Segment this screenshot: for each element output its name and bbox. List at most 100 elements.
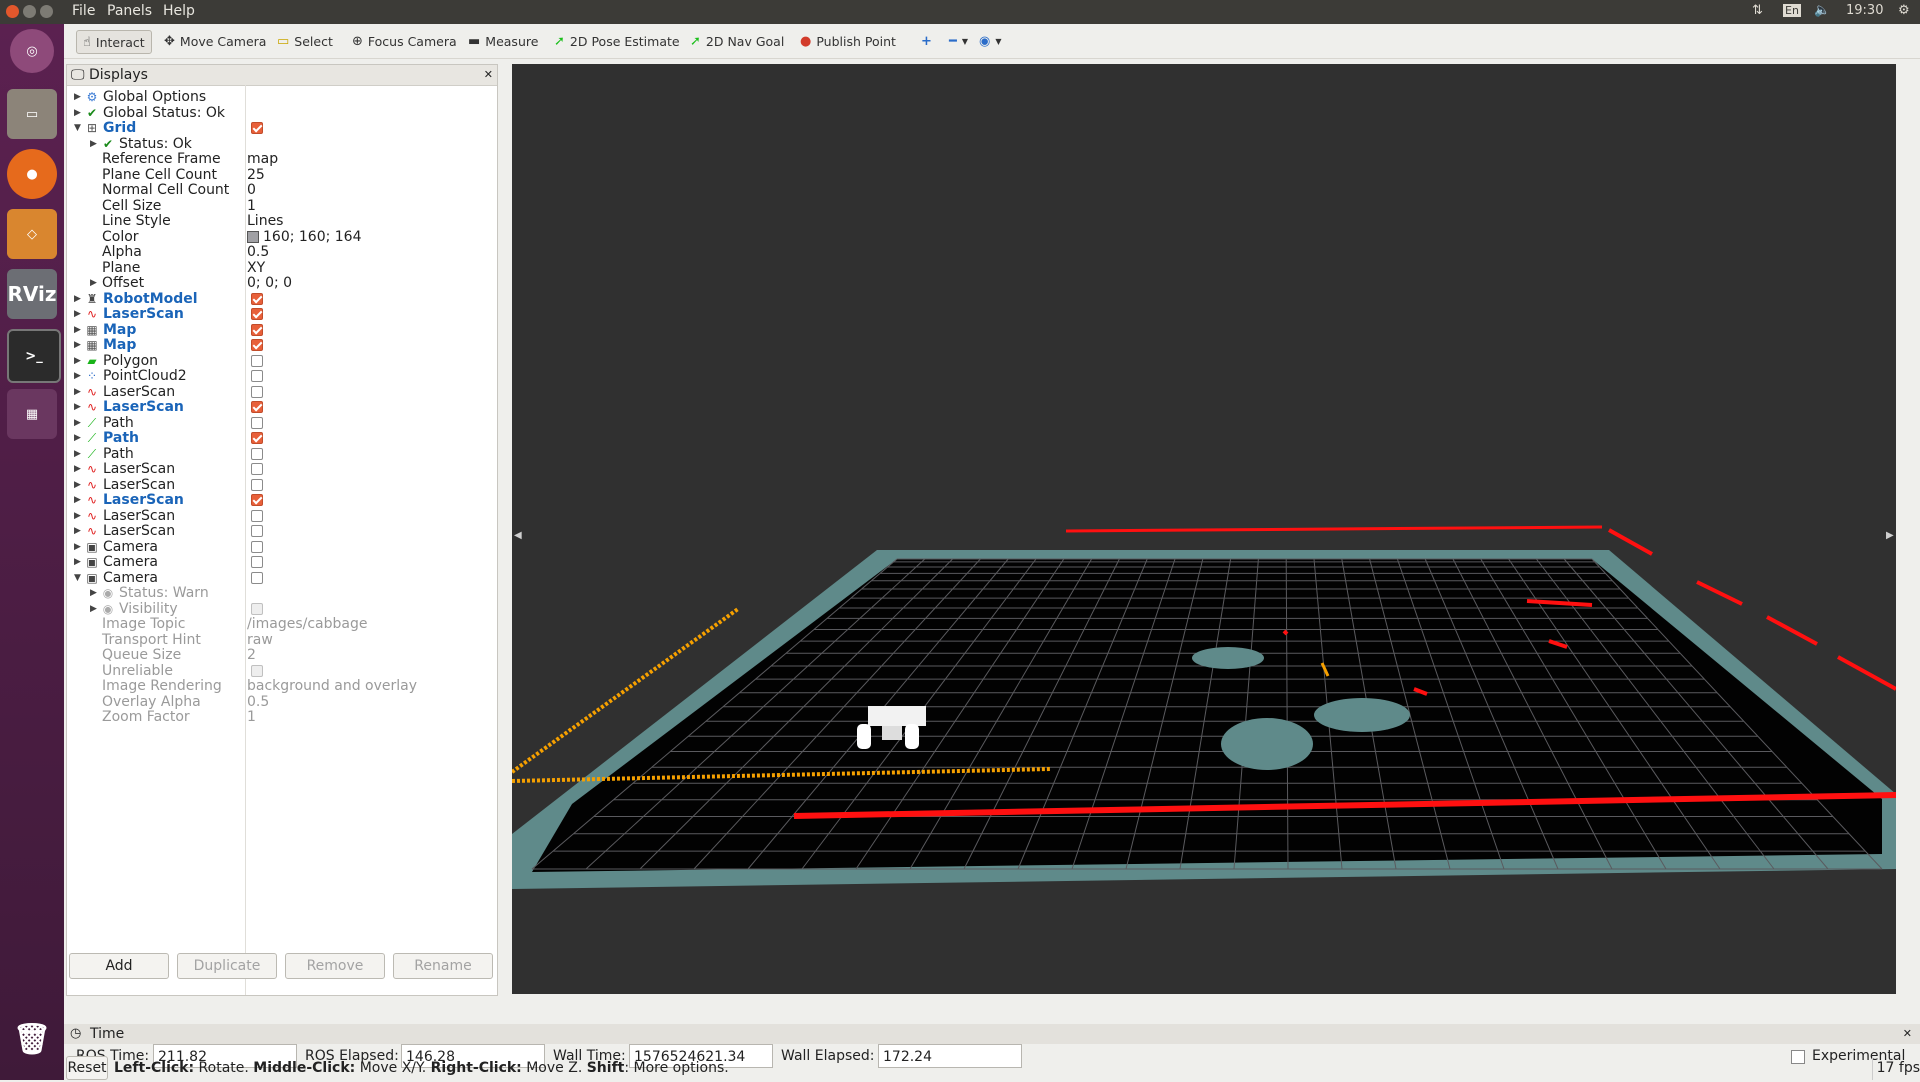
system-menubar: File Panels Help ⇅ En 🔈 19:30 ⚙ [0, 0, 1920, 24]
obstacle-ellipse [1192, 647, 1264, 669]
network-icon[interactable]: ⇅ [1752, 3, 1763, 18]
view-options-button[interactable]: ◉ ▼ [979, 30, 1002, 52]
power-gear-icon[interactable]: ⚙ [1898, 3, 1910, 18]
enable-checkbox[interactable] [251, 401, 263, 413]
enable-checkbox[interactable] [251, 509, 263, 522]
viewport-left-arrow[interactable]: ◀ [514, 530, 522, 541]
close-window-button[interactable] [6, 5, 19, 18]
tool-label: 2D Pose Estimate [569, 33, 680, 49]
duplicate-display-button[interactable]: Duplicate [177, 953, 277, 979]
chevron-down-icon: ▼ [995, 36, 1002, 46]
focus-crosshair-icon: ⊕ [352, 33, 363, 49]
fps-readout: 17 fps [1871, 1056, 1920, 1080]
panel-title: Displays [89, 67, 148, 83]
files-icon[interactable]: ▭ [7, 89, 57, 139]
color-swatch [247, 230, 259, 243]
hint-text: : More options. [624, 1060, 729, 1076]
terminal-icon[interactable]: >_ [7, 329, 61, 383]
tool-2d-pose-estimate[interactable]: ➚ 2D Pose Estimate [554, 30, 680, 52]
menu-help[interactable]: Help [163, 3, 195, 19]
enable-checkbox[interactable] [251, 463, 263, 475]
trash-icon[interactable]: 🗑 [7, 1014, 57, 1064]
tool-label: Publish Point [816, 33, 896, 49]
move-camera-icon: ✥ [164, 33, 175, 49]
keyboard-layout-indicator[interactable]: En [1783, 4, 1801, 17]
tool-publish-point[interactable]: ● Publish Point [800, 30, 896, 52]
status-bar: Reset Left-Click: Rotate. Middle-Click: … [64, 1056, 1920, 1080]
tool-move-camera[interactable]: ✥ Move Camera [164, 30, 266, 52]
enable-checkbox[interactable] [251, 556, 263, 568]
reset-button[interactable]: Reset [66, 1056, 108, 1080]
enable-checkbox[interactable] [251, 540, 263, 553]
enable-checkbox [251, 664, 263, 677]
maximize-window-button[interactable] [40, 5, 53, 18]
tool-label: 2D Nav Goal [705, 33, 785, 49]
clock-icon: ◷ [70, 1026, 82, 1041]
menu-file[interactable]: File [72, 3, 95, 19]
enable-checkbox[interactable] [251, 525, 263, 537]
clock[interactable]: 19:30 [1846, 3, 1883, 18]
property-value-text: 1 [247, 709, 256, 725]
enable-checkbox[interactable] [251, 447, 263, 460]
rviz-icon[interactable]: RViz [7, 269, 57, 319]
green-arrow-icon: ➚ [554, 33, 565, 49]
enable-checkbox[interactable] [251, 432, 263, 444]
tool-interact[interactable]: ☝ Interact [76, 30, 152, 54]
enable-checkbox[interactable] [251, 370, 263, 382]
software-center-icon[interactable]: ◇ [7, 209, 57, 259]
property-value[interactable]: 1 [247, 708, 256, 727]
green-arrow-icon: ➚ [690, 33, 701, 49]
tool-select[interactable]: ▭ Select [277, 30, 333, 52]
remove-display-button[interactable]: Remove [285, 953, 385, 979]
tool-label: Focus Camera [367, 33, 457, 49]
plus-icon: + [921, 33, 932, 49]
display-row[interactable]: Zoom Factor 1 [67, 708, 497, 727]
laserscan-line [1696, 580, 1743, 606]
close-panel-icon[interactable]: ✕ [1903, 1027, 1912, 1040]
tool-2d-nav-goal[interactable]: ➚ 2D Nav Goal [690, 30, 784, 52]
time-panel-title: Time [90, 1026, 125, 1042]
volume-icon[interactable]: 🔈 [1814, 3, 1830, 18]
remove-tool-button[interactable]: ━ ▼ [949, 30, 968, 52]
menu-panels[interactable]: Panels [107, 3, 152, 19]
add-tool-button[interactable]: + [921, 30, 937, 52]
enable-checkbox[interactable] [251, 354, 263, 367]
ubuntu-dash-icon[interactable]: ◎ [10, 29, 54, 73]
add-display-button[interactable]: Add [69, 953, 169, 979]
chevron-down-icon: ▼ [961, 36, 968, 46]
enable-checkbox[interactable] [251, 571, 263, 584]
minimize-window-button[interactable] [23, 5, 36, 18]
workspace-switcher-icon[interactable]: ▦ [7, 389, 57, 439]
enable-checkbox[interactable] [251, 385, 263, 398]
ruler-icon: ▬ [468, 33, 481, 49]
tool-measure[interactable]: ▬ Measure [468, 30, 538, 52]
enable-checkbox[interactable] [251, 494, 263, 506]
tool-focus-camera[interactable]: ⊕ Focus Camera [352, 30, 457, 52]
obstacle-ellipse [1314, 698, 1410, 732]
viewport-right-arrow[interactable]: ▶ [1886, 530, 1894, 541]
rename-display-button[interactable]: Rename [393, 953, 493, 979]
enable-checkbox[interactable] [251, 292, 263, 305]
laserscan-line [1608, 528, 1653, 556]
enable-checkbox[interactable] [251, 122, 263, 134]
hand-pointer-icon: ☝ [83, 34, 91, 50]
hint-key: Left-Click: [114, 1060, 195, 1076]
hint-text: Rotate. [194, 1060, 254, 1076]
close-panel-icon[interactable]: ✕ [484, 65, 493, 85]
enable-checkbox[interactable] [251, 416, 263, 429]
enable-checkbox[interactable] [251, 339, 263, 351]
enable-checkbox[interactable] [251, 308, 263, 320]
firefox-icon[interactable]: ● [7, 149, 57, 199]
enable-checkbox[interactable] [251, 478, 263, 491]
tool-label: Interact [95, 34, 145, 50]
tool-label: Select [294, 33, 333, 49]
status-hint: Left-Click: Rotate. Middle-Click: Move X… [114, 1056, 729, 1080]
scene-svg: ◀ ▶ [510, 525, 1897, 889]
laserscan-line [1837, 655, 1897, 691]
tool-label: Measure [485, 33, 539, 49]
enable-checkbox[interactable] [251, 323, 263, 336]
3d-render-viewport[interactable]: ◀ ▶ [510, 64, 1897, 994]
laserscan-line [1282, 629, 1289, 636]
select-box-icon: ▭ [277, 33, 290, 49]
hint-key: Middle-Click: [253, 1060, 356, 1076]
